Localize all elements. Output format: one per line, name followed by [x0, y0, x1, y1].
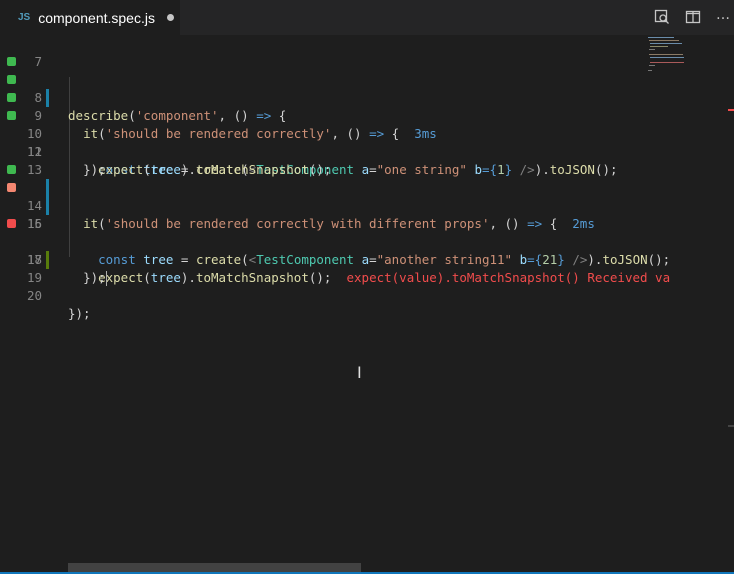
modified-line-indicator	[46, 197, 49, 215]
code-line: 20 });	[0, 269, 734, 321]
tab-filename: component.spec.js	[38, 9, 155, 26]
code-line: 16	[0, 197, 734, 231]
scrollbar-cursor-marker	[728, 425, 734, 427]
minimap[interactable]	[648, 35, 684, 79]
test-fail-icon[interactable]	[7, 183, 16, 192]
added-line-indicator	[46, 251, 49, 269]
test-pass-icon[interactable]	[7, 165, 16, 174]
code-line: 18 });	[0, 233, 734, 286]
unsaved-changes-dot-icon[interactable]	[166, 14, 174, 21]
test-pass-icon[interactable]	[7, 57, 16, 66]
code-line: 9 it('should be rendered correctly', () …	[0, 71, 734, 141]
code-line: 14 it('should be rendered correctly with…	[0, 161, 734, 231]
editor-tab-bar: JS component.spec.js …	[0, 0, 734, 35]
line-number: 20	[26, 288, 42, 303]
editor-tab-component-spec[interactable]: JS component.spec.js	[0, 0, 180, 35]
code-line: 8 describe('component', () => {	[0, 53, 734, 123]
code-editor[interactable]: 7 8 describe('component', () => { 9 it('…	[0, 35, 734, 565]
test-pass-icon[interactable]	[7, 93, 16, 102]
error-text-fade	[640, 215, 654, 233]
code-text: });	[68, 306, 91, 321]
code-line: 15 const tree = create(<TestComponent a=…	[0, 179, 734, 267]
code-line: 7	[0, 35, 734, 69]
code-line: 12 });	[0, 125, 734, 177]
javascript-file-icon: JS	[18, 12, 31, 23]
code-line: 19	[0, 251, 734, 285]
more-actions-icon[interactable]: …	[716, 7, 734, 23]
code-line: 11 expect(tree).toMatchSnapshot();	[0, 107, 734, 177]
vertical-scrollbar[interactable]	[724, 35, 734, 565]
code-line: 10 const tree = create(<TestComponent a=…	[0, 89, 734, 177]
code-line: 13	[0, 143, 734, 177]
modified-line-indicator	[46, 89, 49, 107]
code-line: 17 expect(tree).toMatchSnapshot(); expec…	[0, 215, 734, 285]
test-pass-icon[interactable]	[7, 111, 16, 120]
mouse-ibeam-cursor-icon: I	[357, 363, 362, 382]
test-pass-icon[interactable]	[7, 75, 16, 84]
scrollbar-error-marker	[728, 109, 734, 111]
open-preview-icon[interactable]	[654, 9, 670, 25]
test-fail-icon[interactable]	[7, 219, 16, 228]
split-editor-icon[interactable]	[685, 9, 701, 25]
modified-line-indicator	[46, 179, 49, 197]
